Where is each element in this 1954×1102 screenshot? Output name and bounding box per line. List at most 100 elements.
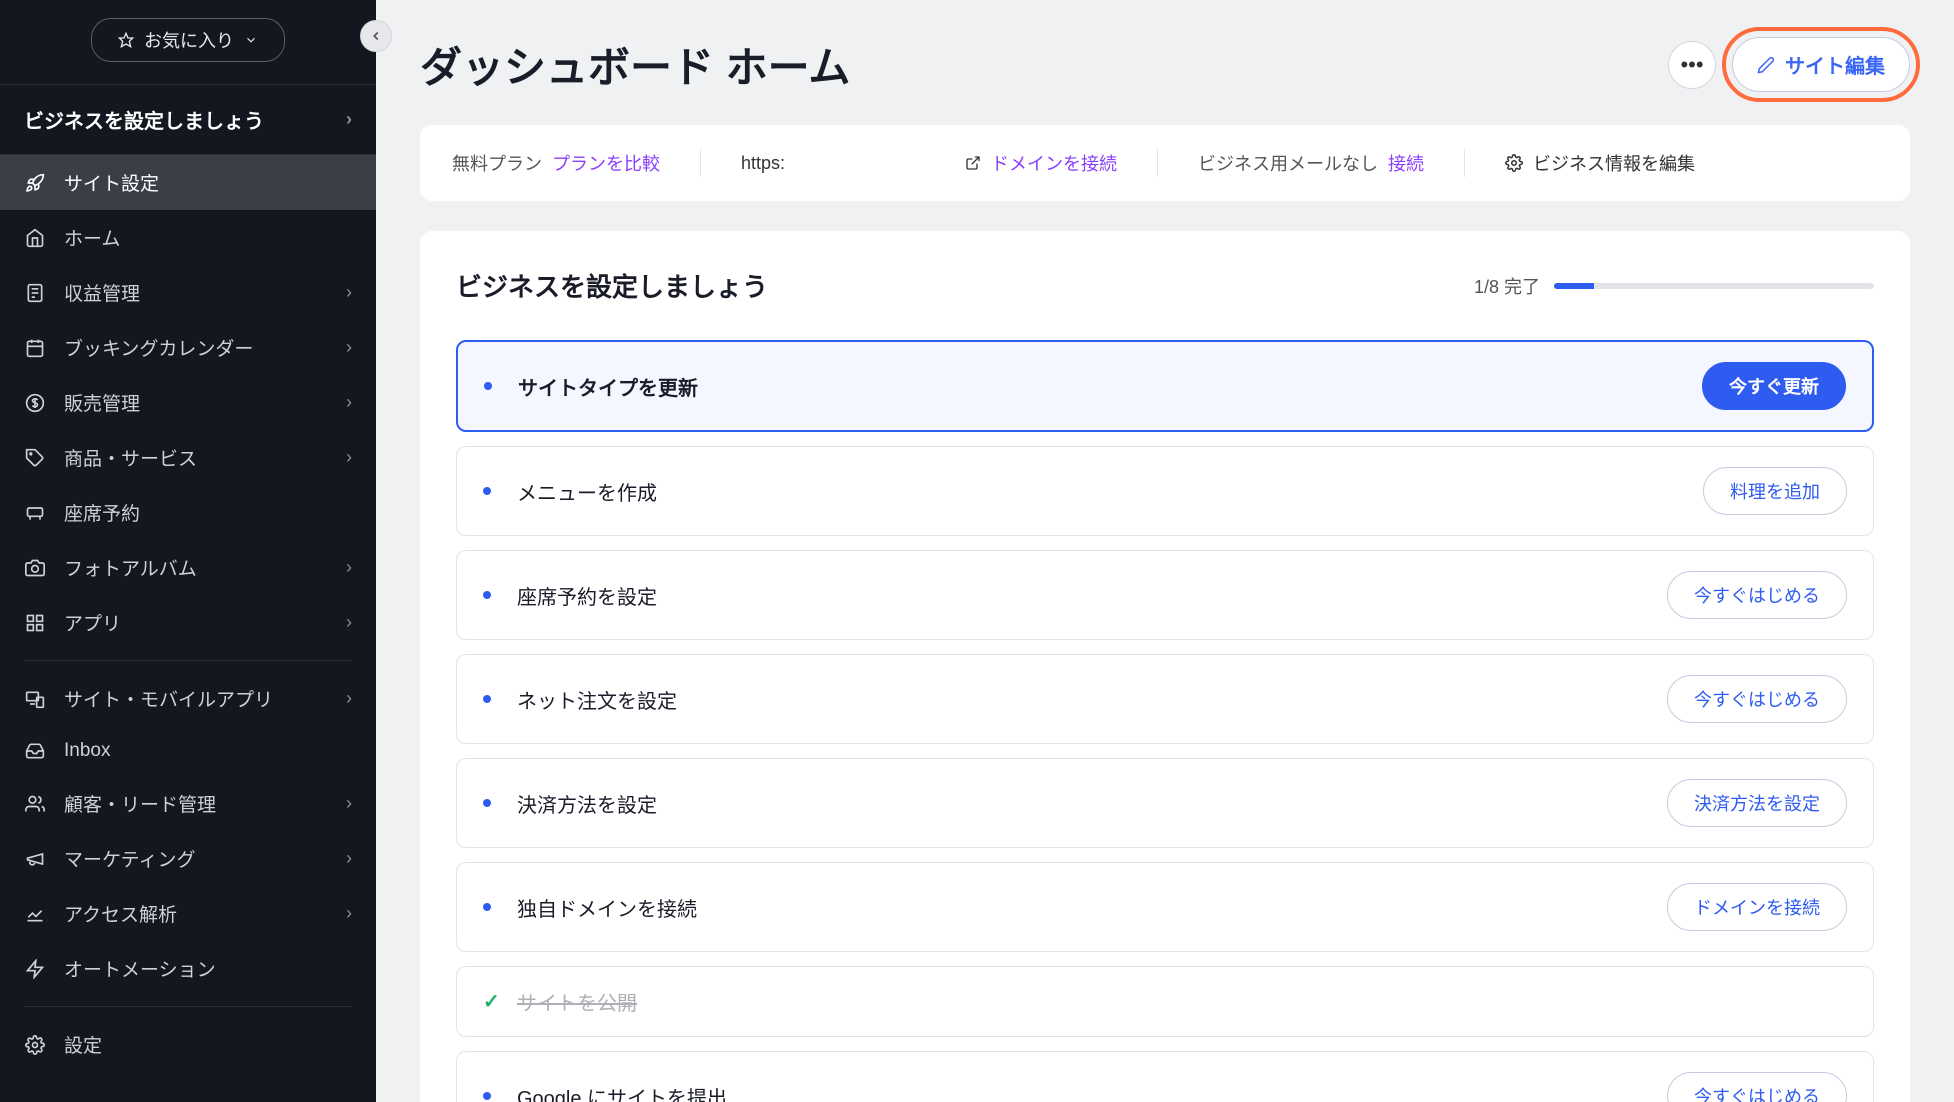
task-item[interactable]: Google にサイトを提出 今すぐはじめる [456, 1051, 1874, 1102]
sidebar-item-receipt[interactable]: 収益管理› [0, 265, 376, 320]
bullet-icon [483, 591, 491, 599]
progress-fill [1554, 283, 1594, 289]
chevron-down-icon [244, 33, 258, 47]
task-item[interactable]: ✓サイトを公開 [456, 966, 1874, 1037]
sidebar-item-inbox[interactable]: Inbox [0, 726, 376, 776]
sidebar-item-label: フォトアルバム [64, 554, 197, 581]
divider [700, 149, 701, 177]
dollar-icon [24, 392, 46, 414]
external-link-icon[interactable] [965, 155, 981, 171]
sidebar-item-seat[interactable]: 座席予約 [0, 485, 376, 540]
plan-label: 無料プラン [452, 150, 542, 176]
task-label: サイトを公開 [517, 987, 1847, 1016]
chevron-right-icon: › [346, 392, 352, 413]
favorites-button[interactable]: お気に入り [91, 18, 285, 62]
sidebar-item-label: ブッキングカレンダー [64, 334, 253, 361]
sidebar-item-label: 収益管理 [64, 279, 140, 306]
more-actions-button[interactable]: ••• [1668, 41, 1716, 89]
compare-plans-link[interactable]: プランを比較 [552, 150, 660, 176]
bullet-icon [483, 799, 491, 807]
divider [1157, 149, 1158, 177]
sidebar-section-setup[interactable]: ビジネスを設定しましょう › [0, 84, 376, 155]
connect-email-link[interactable]: 接続 [1388, 150, 1424, 176]
sidebar-item-label: 販売管理 [64, 389, 140, 416]
task-item[interactable]: 決済方法を設定決済方法を設定 [456, 758, 1874, 848]
task-action-button[interactable]: 決済方法を設定 [1667, 779, 1847, 827]
task-action-button[interactable]: 今すぐはじめる [1667, 675, 1847, 723]
task-label: 座席予約を設定 [517, 581, 1641, 610]
task-label: Google にサイトを提出 [517, 1082, 1641, 1102]
sidebar-item-dollar[interactable]: 販売管理 › [0, 375, 376, 430]
sidebar-item-label: 設定 [64, 1031, 102, 1058]
edit-business-label: ビジネス情報を編集 [1533, 150, 1695, 176]
pencil-icon [1757, 56, 1775, 74]
task-item[interactable]: 独自ドメインを接続ドメインを接続 [456, 862, 1874, 952]
sidebar-item-label: 座席予約 [64, 499, 140, 526]
chevron-right-icon: › [346, 793, 352, 814]
sidebar-item-chart[interactable]: アクセス解析 › [0, 886, 376, 941]
chart-icon [24, 903, 46, 925]
main-content: ダッシュボード ホーム ••• サイト編集 無料プラン プランを比較 https… [376, 0, 1954, 1102]
sidebar-item-label: マーケティング [64, 845, 195, 872]
sidebar-item-label: サイト設定 [64, 169, 159, 196]
edit-site-label: サイト編集 [1785, 50, 1885, 79]
sidebar-item-grid[interactable]: アプリ› [0, 595, 376, 650]
sidebar-item-label: サイト・モバイルアプリ [64, 685, 273, 712]
task-label: サイトタイプを更新 [518, 372, 1676, 401]
gear-icon [1505, 154, 1523, 172]
task-action-button[interactable]: 今すぐ更新 [1702, 362, 1846, 410]
seat-icon [24, 502, 46, 524]
sidebar-item-gear[interactable]: 設定 [0, 1017, 376, 1072]
task-action-button[interactable]: 今すぐはじめる [1667, 1072, 1847, 1102]
task-item[interactable]: ネット注文を設定今すぐはじめる [456, 654, 1874, 744]
devices-icon [24, 688, 46, 710]
sidebar-item-calendar[interactable]: ブッキングカレンダー › [0, 320, 376, 375]
bullet-icon [483, 1092, 491, 1100]
task-action-button[interactable]: 料理を追加 [1703, 467, 1847, 515]
sidebar-item-label: ホーム [64, 224, 120, 251]
site-url-prefix: https: [741, 153, 785, 174]
sidebar-item-tag[interactable]: 商品・サービス› [0, 430, 376, 485]
chevron-right-icon: › [346, 903, 352, 924]
bullet-icon [483, 487, 491, 495]
sidebar-divider [24, 660, 352, 661]
task-item[interactable]: メニューを作成料理を追加 [456, 446, 1874, 536]
connect-domain-link[interactable]: ドメインを接続 [991, 150, 1117, 176]
sidebar-collapse-button[interactable] [360, 20, 392, 52]
chevron-right-icon: › [346, 337, 352, 358]
task-label: ネット注文を設定 [517, 685, 1641, 714]
bullet-icon [483, 903, 491, 911]
edit-business-link[interactable]: ビジネス情報を編集 [1505, 150, 1695, 176]
task-item[interactable]: 座席予約を設定今すぐはじめる [456, 550, 1874, 640]
sidebar-item-rocket[interactable]: サイト設定 [0, 155, 376, 210]
bullet-icon [484, 382, 492, 390]
task-label: 決済方法を設定 [517, 789, 1641, 818]
task-label: メニューを作成 [517, 477, 1677, 506]
task-action-button[interactable]: ドメインを接続 [1667, 883, 1847, 931]
people-icon [24, 793, 46, 815]
sidebar-section-label: ビジネスを設定しましょう [24, 105, 264, 134]
sidebar-item-label: アクセス解析 [64, 900, 177, 927]
chevron-right-icon: › [346, 688, 352, 709]
megaphone-icon [24, 848, 46, 870]
sidebar-item-label: 顧客・リード管理 [64, 790, 216, 817]
edit-site-button[interactable]: サイト編集 [1732, 37, 1910, 92]
setup-card: ビジネスを設定しましょう 1/8 完了 サイトタイプを更新今すぐ更新メニューを作… [420, 231, 1910, 1102]
sidebar-item-label: Inbox [64, 740, 110, 762]
sidebar-item-camera[interactable]: フォトアルバム › [0, 540, 376, 595]
setup-title: ビジネスを設定しましょう [456, 267, 768, 304]
task-action-button[interactable]: 今すぐはじめる [1667, 571, 1847, 619]
chevron-right-icon: › [346, 612, 352, 633]
sidebar-item-megaphone[interactable]: マーケティング› [0, 831, 376, 886]
grid-icon [24, 612, 46, 634]
task-label: 独自ドメインを接続 [517, 893, 1641, 922]
sidebar-item-bolt[interactable]: オートメーション [0, 941, 376, 996]
chevron-left-icon [369, 29, 383, 43]
chevron-right-icon: › [346, 557, 352, 578]
sidebar-item-people[interactable]: 顧客・リード管理 › [0, 776, 376, 831]
receipt-icon [24, 282, 46, 304]
chevron-right-icon: › [346, 109, 352, 130]
task-item[interactable]: サイトタイプを更新今すぐ更新 [456, 340, 1874, 432]
sidebar-item-home[interactable]: ホーム [0, 210, 376, 265]
sidebar-item-devices[interactable]: サイト・モバイルアプリ › [0, 671, 376, 726]
